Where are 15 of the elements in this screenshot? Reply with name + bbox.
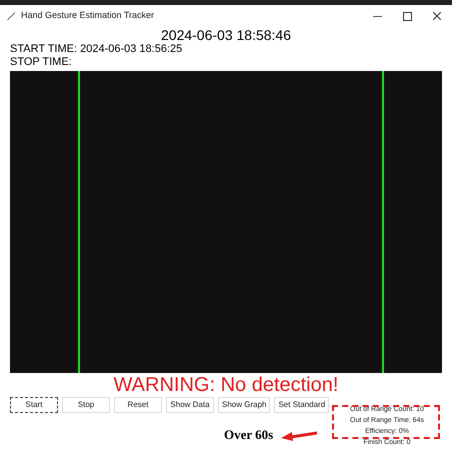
toolbar-button[interactable]: Stop (62, 397, 110, 413)
annotation-text: Over 60s (224, 426, 274, 444)
toolbar-button[interactable]: Start (10, 397, 58, 413)
toolbar-button[interactable]: Show Data (166, 397, 214, 413)
toolbar-button[interactable]: Reset (114, 397, 162, 413)
toolbar-button[interactable]: Show Graph (218, 397, 270, 413)
start-time-label: START TIME: 2024-06-03 18:56:25 (10, 43, 184, 56)
stop-time-label: STOP TIME: (10, 56, 73, 69)
window-title: Hand Gesture Estimation Tracker (21, 9, 154, 22)
toolbar-button[interactable]: Set Standard (274, 397, 330, 413)
close-icon (433, 12, 441, 20)
clock-text: 2024-06-03 18:58:46 (161, 27, 291, 43)
warning-text: WARNING: No detection! (114, 373, 338, 397)
arrow-icon (281, 428, 318, 441)
maximize-icon (402, 12, 412, 20)
